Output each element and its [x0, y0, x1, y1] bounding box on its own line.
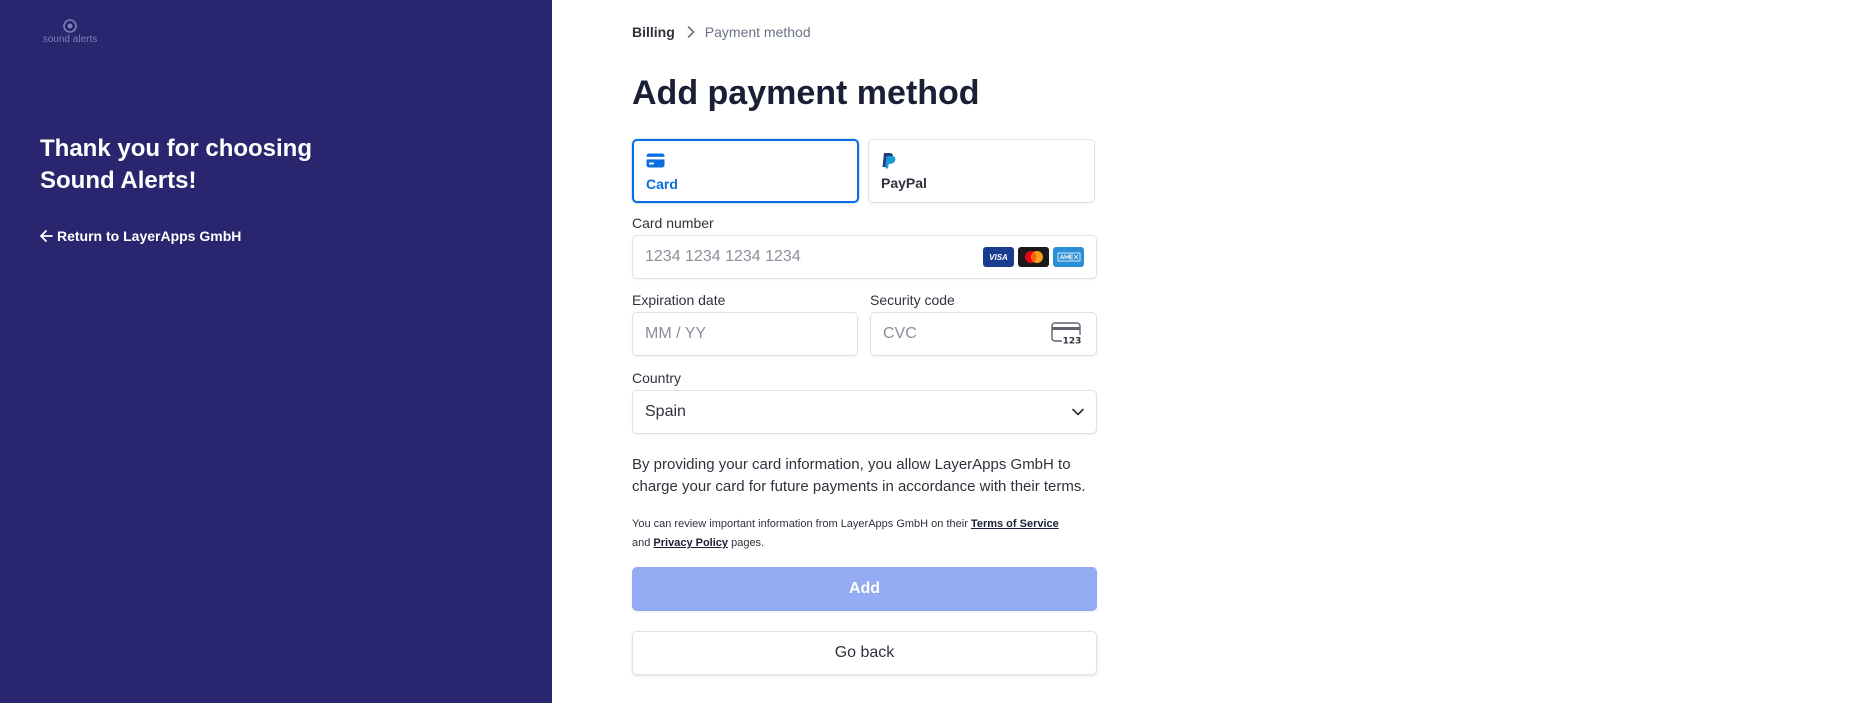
terms-prefix: You can review important information fro…	[632, 518, 971, 530]
card-number-label: Card number	[632, 215, 714, 231]
tab-paypal-label: PayPal	[881, 175, 927, 191]
mastercard-icon	[1018, 247, 1049, 267]
payment-method-tabs: Card PayPal	[632, 139, 1097, 203]
country-value: Spain	[645, 403, 686, 420]
logo-icon	[63, 19, 77, 33]
go-back-button[interactable]: Go back	[632, 631, 1097, 675]
card-brands: VISA	[983, 247, 1084, 267]
country-select[interactable]: Spain	[632, 390, 1097, 434]
authorization-disclaimer: By providing your card information, you …	[632, 456, 1086, 495]
arrow-left-icon	[40, 230, 53, 242]
tab-paypal[interactable]: PayPal	[868, 139, 1095, 203]
security-code-label: Security code	[870, 292, 955, 308]
terms-notice: You can review important information fro…	[632, 515, 1097, 553]
chevron-down-icon	[1071, 405, 1085, 424]
paypal-icon	[881, 152, 896, 174]
return-link[interactable]: Return to LayerApps GmbH	[40, 228, 241, 244]
privacy-policy-link[interactable]: Privacy Policy	[653, 537, 728, 549]
terms-middle: and	[632, 537, 654, 549]
visa-icon: VISA	[983, 247, 1014, 267]
country-select-value-box[interactable]: Spain	[632, 390, 1097, 434]
expiry-input[interactable]	[632, 312, 858, 356]
page-title: Add payment method	[632, 74, 980, 112]
terms-of-service-link[interactable]: Terms of Service	[971, 518, 1059, 530]
expiry-label: Expiration date	[632, 292, 726, 308]
tab-card-label: Card	[646, 176, 678, 192]
terms-suffix: pages.	[728, 537, 765, 549]
add-button[interactable]: Add	[632, 567, 1097, 611]
country-label: Country	[632, 370, 682, 386]
amex-icon	[1053, 247, 1084, 267]
chevron-right-icon	[687, 26, 695, 38]
thank-you-heading: Thank you for choosing Sound Alerts!	[40, 135, 313, 194]
credit-card-icon	[646, 153, 665, 173]
logo-text: sound alerts	[42, 34, 98, 45]
breadcrumb-billing-link[interactable]: Billing	[632, 24, 675, 40]
cvc-card-icon: 123	[1051, 322, 1083, 351]
breadcrumb-current: Payment method	[704, 24, 811, 40]
sidebar-panel: sound alerts Thank you for choosing Soun…	[0, 0, 552, 703]
sound-alerts-logo[interactable]: sound alerts	[40, 19, 100, 47]
tab-card[interactable]: Card	[632, 139, 859, 203]
breadcrumb: Billing Payment method	[632, 24, 811, 40]
cvc-icon-text: 123	[1063, 337, 1082, 347]
return-link-label: Return to LayerApps GmbH	[57, 228, 242, 244]
